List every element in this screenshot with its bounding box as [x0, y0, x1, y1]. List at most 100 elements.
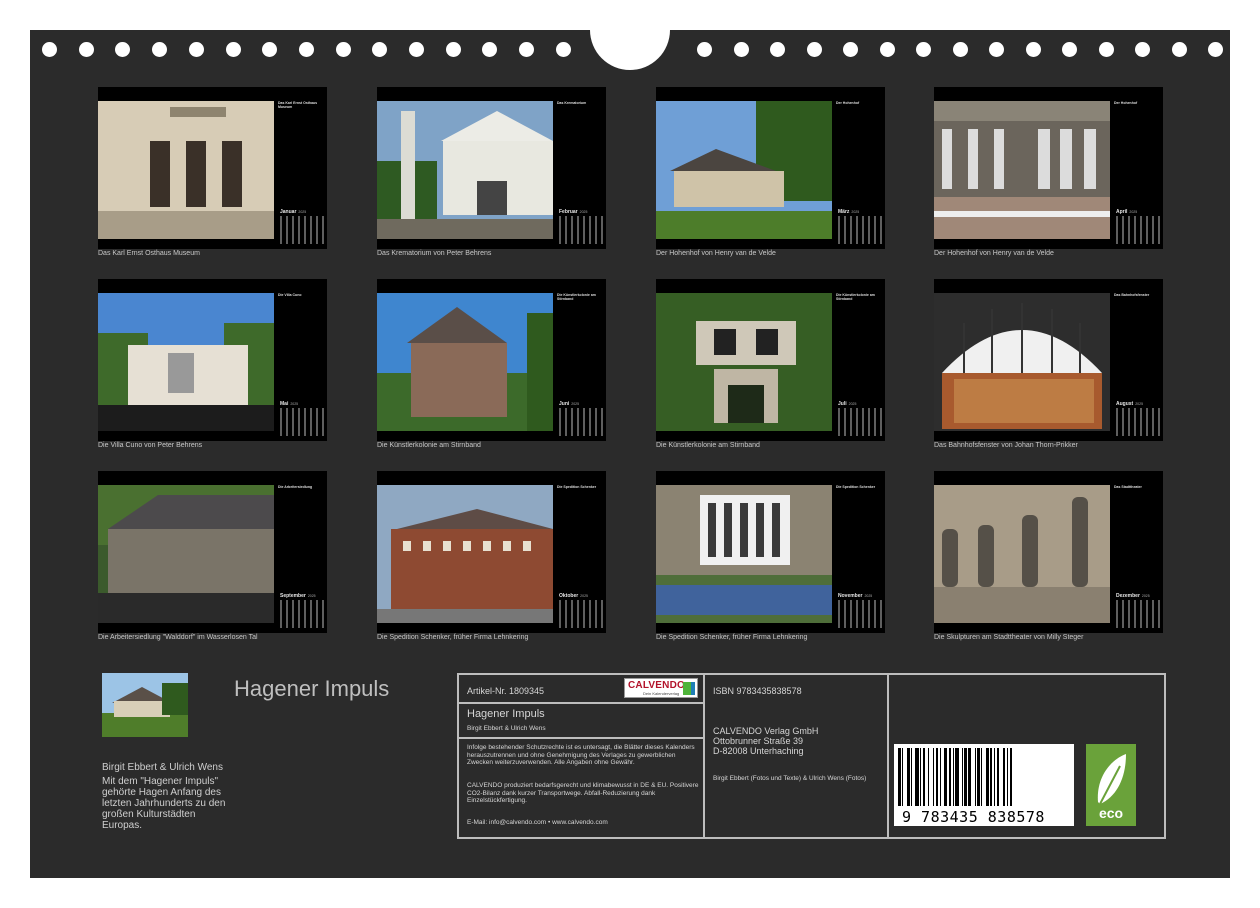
- month-heading: Die Villa Cuno: [278, 293, 302, 297]
- month-caption: Das Krematorium von Peter Behrens: [377, 250, 492, 257]
- month-caption: Das Bahnhofsfenster von Johan Thorn-Prik…: [934, 442, 1078, 449]
- binding-hole: [409, 42, 424, 57]
- month-caption: Die Spedition Schenker, früher Firma Leh…: [377, 634, 529, 641]
- month-caption: Die Skulpturen am Stadttheater von Milly…: [934, 634, 1084, 641]
- barcode-bar: [943, 748, 948, 806]
- barcode-bar: [964, 748, 967, 806]
- month-day-grid: [838, 216, 882, 244]
- calendar-description: Mit dem "Hagener Impuls" gehörte Hagen A…: [102, 776, 226, 831]
- month-day-grid: [280, 600, 324, 628]
- month-heading: Der Hohenhof: [1114, 101, 1138, 105]
- month-heading: Die Arbeitersiedlung: [278, 485, 313, 489]
- barcode-bar: [955, 748, 960, 806]
- binding-hole: [1062, 42, 1077, 57]
- binding-hole: [519, 42, 535, 57]
- publisher-name: CALVENDO Verlag GmbH: [713, 726, 819, 736]
- month-day-grid: [1116, 408, 1160, 436]
- barcode-bar: [952, 748, 954, 806]
- month-caption: Das Karl Ernst Osthaus Museum: [98, 250, 200, 257]
- month-day-grid: [838, 600, 882, 628]
- barcode-bar: [935, 748, 939, 806]
- binding-hole: [335, 42, 351, 57]
- binding-hole: [952, 42, 968, 57]
- eco-notice: CALVENDO produziert bedarfsgerecht und k…: [467, 782, 699, 804]
- month-tile: Die Spedition Schenker Oktober 2025: [377, 471, 606, 633]
- month-day-grid: [559, 600, 603, 628]
- month-heading: Die Künstlerkolonie am Stirnband: [836, 293, 875, 301]
- month-day-grid: [838, 408, 882, 436]
- month-name: August 2025: [1116, 401, 1144, 407]
- month-name: April 2025: [1116, 209, 1138, 215]
- info-rule-1: [457, 702, 705, 704]
- calvendo-logo: CALVENDO Dein Kalenderverlag: [624, 678, 698, 698]
- binding-hole: [1135, 42, 1150, 57]
- month-name: März 2025: [838, 209, 860, 215]
- month-tile: Die Villa Cuno Mai 2025: [98, 279, 327, 441]
- barcode-bar: [914, 748, 919, 806]
- month-photo: [656, 101, 832, 239]
- binding-hole: [1025, 42, 1041, 57]
- month-heading: Die Spedition Schenker: [557, 485, 597, 489]
- month-tile: Der Hohenhof April 2025: [934, 87, 1163, 249]
- month-photo: [377, 485, 553, 623]
- month-heading: Der Hohenhof: [836, 101, 860, 105]
- calendar-title: Hagener Impuls: [234, 676, 390, 701]
- info-rule-2: [457, 737, 705, 739]
- binding-hole: [262, 42, 278, 57]
- binding-hole: [1171, 42, 1187, 57]
- barcode-bar: [911, 748, 913, 806]
- month-photo: [656, 293, 832, 431]
- binding-hole: [188, 42, 204, 57]
- binding-hole: [372, 42, 388, 57]
- info-divider-2: [887, 673, 889, 839]
- month-tile: Die Künstlerkolonie am Stirnband Juli 202…: [656, 279, 885, 441]
- month-day-grid: [559, 216, 603, 244]
- barcode-bar: [990, 748, 992, 806]
- barcode-bar: [927, 748, 930, 806]
- barcode-bar: [901, 748, 904, 806]
- month-caption: Die Künstlerkolonie am Stirnband: [377, 442, 481, 449]
- eco-badge: eco: [1086, 744, 1136, 826]
- barcode-bar: [907, 748, 910, 806]
- cover-thumbnail: [102, 673, 188, 737]
- barcode-bar: [948, 748, 952, 806]
- month-heading: Die Künstlerkolonie am Stirnband: [557, 293, 596, 301]
- barcode-bar: [996, 748, 1000, 806]
- binding-hole: [298, 42, 314, 57]
- barcode-bar: [977, 748, 980, 806]
- month-photo: [98, 293, 274, 431]
- month-heading: Die Spedition Schenker: [836, 485, 876, 489]
- month-photo: [934, 101, 1110, 239]
- month-heading: Das Krematorium: [557, 101, 587, 105]
- month-day-grid: [559, 408, 603, 436]
- month-heading: Das Stadttheater: [1114, 485, 1142, 489]
- binding-hole: [806, 42, 822, 57]
- month-name: Februar 2025: [559, 209, 588, 215]
- barcode-bar: [920, 748, 922, 806]
- binding-hole: [115, 42, 131, 57]
- month-photo: [377, 293, 553, 431]
- month-heading: Das Karl Ernst Osthaus Museum: [278, 101, 318, 109]
- month-name: Juni 2025: [559, 401, 580, 407]
- month-tile: Das Stadttheater Dezember 2025: [934, 471, 1163, 633]
- month-tile: Die Künstlerkolonie am Stirnband Juni 202…: [377, 279, 606, 441]
- month-caption: Der Hohenhof von Henry van de Velde: [934, 250, 1054, 257]
- month-photo: [377, 101, 553, 239]
- barcode-bar: [1007, 748, 1009, 806]
- barcode-bar: [933, 748, 935, 806]
- binding-hole: [225, 42, 241, 57]
- barcode-bar: [922, 748, 926, 806]
- month-caption: Die Künstlerkolonie am Stirnband: [656, 442, 760, 449]
- barcode-bar: [986, 748, 989, 806]
- month-tile: Das Karl Ernst Osthaus Museum Januar 2025: [98, 87, 327, 249]
- month-caption: Die Villa Cuno von Peter Behrens: [98, 442, 203, 449]
- month-tile: Die Spedition Schenker November 2025: [656, 471, 885, 633]
- month-photo: [98, 101, 274, 239]
- binding-hole: [482, 42, 498, 57]
- month-caption: Die Spedition Schenker, früher Firma Leh…: [656, 634, 808, 641]
- month-tile: Das Krematorium Februar 2025: [377, 87, 606, 249]
- month-day-grid: [280, 408, 324, 436]
- month-name: Januar 2025: [280, 209, 307, 215]
- info-divider-1: [703, 673, 705, 839]
- month-caption: Der Hohenhof von Henry van de Velde: [656, 250, 776, 257]
